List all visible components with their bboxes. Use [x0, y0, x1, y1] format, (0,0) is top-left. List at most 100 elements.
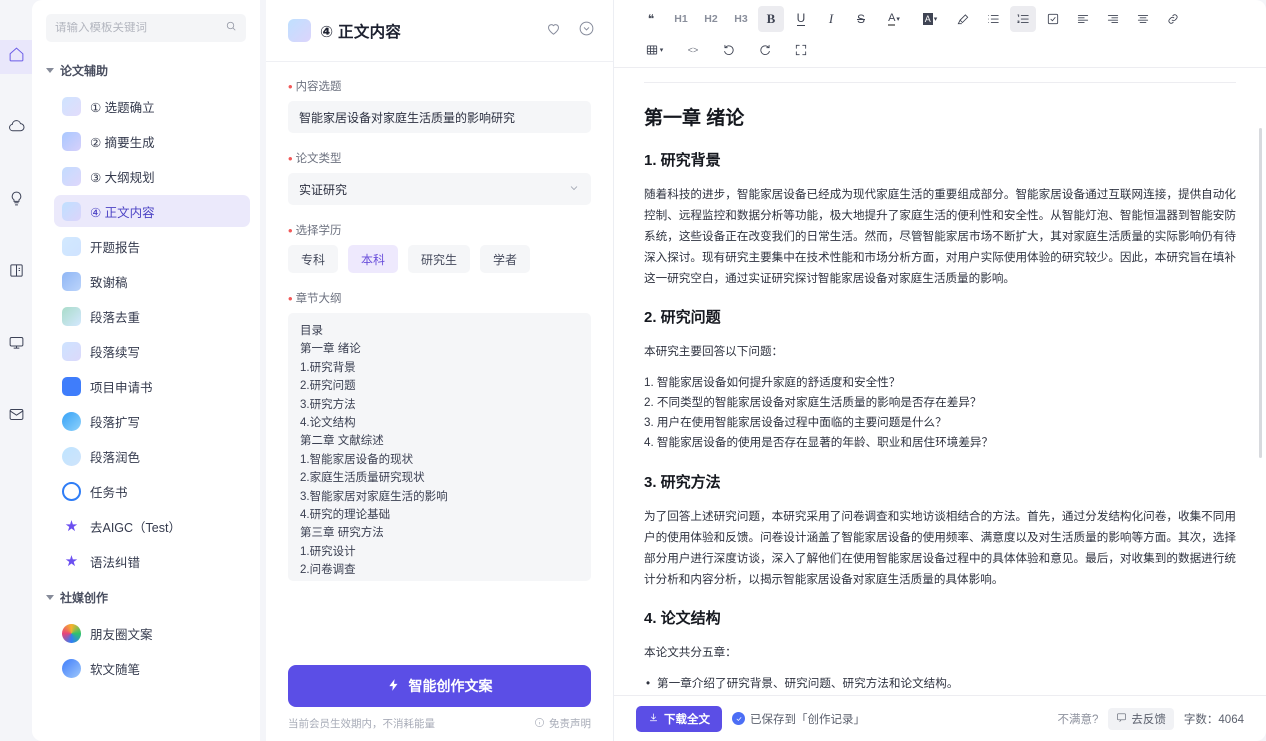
align-center-icon[interactable]: [1130, 6, 1156, 32]
degree-chip-bachelor[interactable]: 本科: [348, 245, 399, 273]
heading3-icon[interactable]: H3: [728, 6, 754, 32]
research-questions-intro: 本研究主要回答以下问题：: [644, 345, 784, 358]
rail-item-cloud[interactable]: [0, 112, 32, 146]
sidebar-item-proposal[interactable]: 开题报告: [54, 230, 250, 262]
highlight-color-icon[interactable]: A ▾: [914, 6, 946, 32]
strikethrough-icon[interactable]: S: [848, 6, 874, 32]
redo-icon[interactable]: [752, 37, 778, 63]
word-count: 字数：4064: [1183, 713, 1244, 726]
align-right-icon[interactable]: [1100, 6, 1126, 32]
sidebar-nav[interactable]: 论文辅助 ① 选题确立 ② 摘要生成 ③ 大纲规划 ④ 正文内容 开题报告 致谢…: [32, 56, 260, 741]
save-status: 已保存到「创作记录」: [732, 711, 865, 727]
rail-item-ideas[interactable]: [0, 184, 32, 218]
degree-chip-scholar[interactable]: 学者: [480, 245, 531, 273]
search-input[interactable]: [55, 22, 219, 34]
quota-note: 当前会员生效期内，不消耗能量: [288, 718, 435, 730]
form-footer: 智能创作文案 当前会员生效期内，不消耗能量 免责声明: [266, 653, 613, 741]
sidebar-item-label: 任务书: [90, 485, 128, 500]
rail-item-mail[interactable]: [0, 400, 32, 434]
list-item: 4. 智能家居设备的使用是否存在显著的年龄、职业和居住环境差异？: [644, 436, 994, 449]
align-left-icon[interactable]: [1070, 6, 1096, 32]
paper-type-select[interactable]: 实证研究: [288, 173, 591, 205]
sidebar-item-acknowledgement[interactable]: 致谢稿: [54, 265, 250, 297]
search-box[interactable]: [46, 14, 246, 42]
search-icon[interactable]: [225, 19, 237, 37]
fullscreen-icon[interactable]: [788, 37, 814, 63]
home-icon: [8, 46, 25, 68]
chevron-circle-down-icon[interactable]: [578, 20, 595, 42]
code-icon[interactable]: <>: [680, 37, 706, 63]
topic-input[interactable]: 智能家居设备对家庭生活质量的影响研究: [288, 101, 591, 133]
heading2-icon[interactable]: H2: [698, 6, 724, 32]
sidebar-item-label: 致谢稿: [90, 275, 128, 290]
vertical-scrollbar[interactable]: [1259, 128, 1262, 458]
check-circle-icon: [732, 712, 745, 725]
degree-chip-college[interactable]: 专科: [288, 245, 339, 273]
sidebar-item-remove-aigc[interactable]: ★ 去AIGC（Test）: [54, 510, 250, 542]
degree-chip-group: 专科 本科 研究生 学者: [288, 245, 591, 273]
sidebar-item-expand-paragraph[interactable]: 段落扩写: [54, 405, 250, 437]
download-button[interactable]: 下载全文: [636, 705, 722, 732]
feedback-button[interactable]: 去反馈: [1108, 707, 1174, 730]
bullet-list-icon[interactable]: [980, 6, 1006, 32]
text-color-icon[interactable]: A ▾: [878, 6, 910, 32]
disclaimer-link[interactable]: 免责声明: [534, 716, 591, 731]
sidebar-item-label: 项目申请书: [90, 380, 153, 395]
sidebar-item-label: 段落润色: [90, 450, 141, 465]
sidebar-item-topic-selection[interactable]: ① 选题确立: [54, 90, 250, 122]
sidebar-item-polish-paragraph[interactable]: 段落润色: [54, 440, 250, 472]
form-panel-header: ④ 正文内容: [266, 0, 613, 62]
undo-icon[interactable]: [716, 37, 742, 63]
chevron-down-icon: [46, 68, 54, 73]
sidebar-item-soft-article[interactable]: 软文随笔: [54, 652, 250, 684]
structure-bullet-list: 第一章介绍了研究背景、研究问题、研究方法和论文结构。 第二章对智能家居设备和家庭…: [644, 674, 1236, 695]
sidebar-item-label: 段落续写: [90, 345, 141, 360]
document-content[interactable]: 第一章 绪论 1. 研究背景 随着科技的进步，智能家居设备已经成为现代家庭生活的…: [636, 68, 1244, 695]
sidebar-item-label: ① 选题确立: [90, 100, 155, 115]
quote-icon[interactable]: ❝: [638, 6, 664, 32]
template-icon: [62, 131, 81, 151]
table-icon[interactable]: ▾: [638, 37, 670, 63]
degree-chip-graduate[interactable]: 研究生: [408, 245, 471, 273]
rail-item-monitor[interactable]: [0, 328, 32, 362]
template-icon: [62, 341, 81, 361]
heart-icon[interactable]: [545, 20, 562, 42]
list-item: 第一章介绍了研究背景、研究问题、研究方法和论文结构。: [644, 674, 1236, 694]
rail-item-home[interactable]: [0, 40, 32, 74]
sidebar-item-moments-copy[interactable]: 朋友圈文案: [54, 617, 250, 649]
monitor-icon: [8, 334, 25, 356]
form-header-actions: [545, 20, 595, 42]
link-icon[interactable]: [1160, 6, 1186, 32]
chapter-title: 第一章 绪论: [644, 108, 745, 129]
sidebar-item-deduplicate[interactable]: 段落去重: [54, 300, 250, 332]
sidebar-item-continue-paragraph[interactable]: 段落续写: [54, 335, 250, 367]
sidebar-item-body-content[interactable]: ④ 正文内容: [54, 195, 250, 227]
sidebar-item-abstract[interactable]: ② 摘要生成: [54, 125, 250, 157]
info-icon: [534, 717, 545, 731]
sidebar-item-task-book[interactable]: 任务书: [54, 475, 250, 507]
mail-icon: [8, 406, 25, 428]
section-heading-3: 3. 研究方法: [644, 474, 721, 491]
sidebar-item-outline[interactable]: ③ 大纲规划: [54, 160, 250, 192]
sidebar-item-project-application[interactable]: 项目申请书: [54, 370, 250, 402]
list-item: 第二章对智能家居设备和家庭生活质量的相关文献进行综述，分析现有研究的不足和本研究…: [644, 694, 1236, 695]
generate-button[interactable]: 智能创作文案: [288, 665, 591, 707]
section-paragraph-3: 为了回答上述研究问题，本研究采用了问卷调查和实地访谈相结合的方法。首先，通过分发…: [644, 510, 1236, 586]
numbered-list-icon[interactable]: [1010, 6, 1036, 32]
outline-textarea[interactable]: 目录 第一章 绪论 1.研究背景 2.研究问题 3.研究方法 4.论文结构 第二…: [288, 313, 591, 581]
italic-icon[interactable]: I: [818, 6, 844, 32]
heading1-icon[interactable]: H1: [668, 6, 694, 32]
sidebar-item-grammar-correction[interactable]: ★ 语法纠错: [54, 545, 250, 577]
sidebar-search-wrap: [32, 14, 260, 56]
form-body: • 内容选题 智能家居设备对家庭生活质量的影响研究 • 论文类型 实证研究 • …: [266, 62, 613, 653]
clear-format-icon[interactable]: [950, 6, 976, 32]
document-scroll-area[interactable]: 第一章 绪论 1. 研究背景 随着科技的进步，智能家居设备已经成为现代家庭生活的…: [614, 68, 1266, 695]
rail-item-library[interactable]: [0, 256, 32, 290]
checklist-icon[interactable]: [1040, 6, 1066, 32]
underline-icon[interactable]: U: [788, 6, 814, 32]
bold-icon[interactable]: B: [758, 6, 784, 32]
sidebar-group-social[interactable]: 社媒创作: [32, 583, 260, 614]
download-icon: [648, 712, 659, 726]
sidebar-group-paper[interactable]: 论文辅助: [32, 56, 260, 87]
section-paragraph-1: 随着科技的进步，智能家居设备已经成为现代家庭生活的重要组成部分。智能家居设备通过…: [644, 188, 1236, 285]
